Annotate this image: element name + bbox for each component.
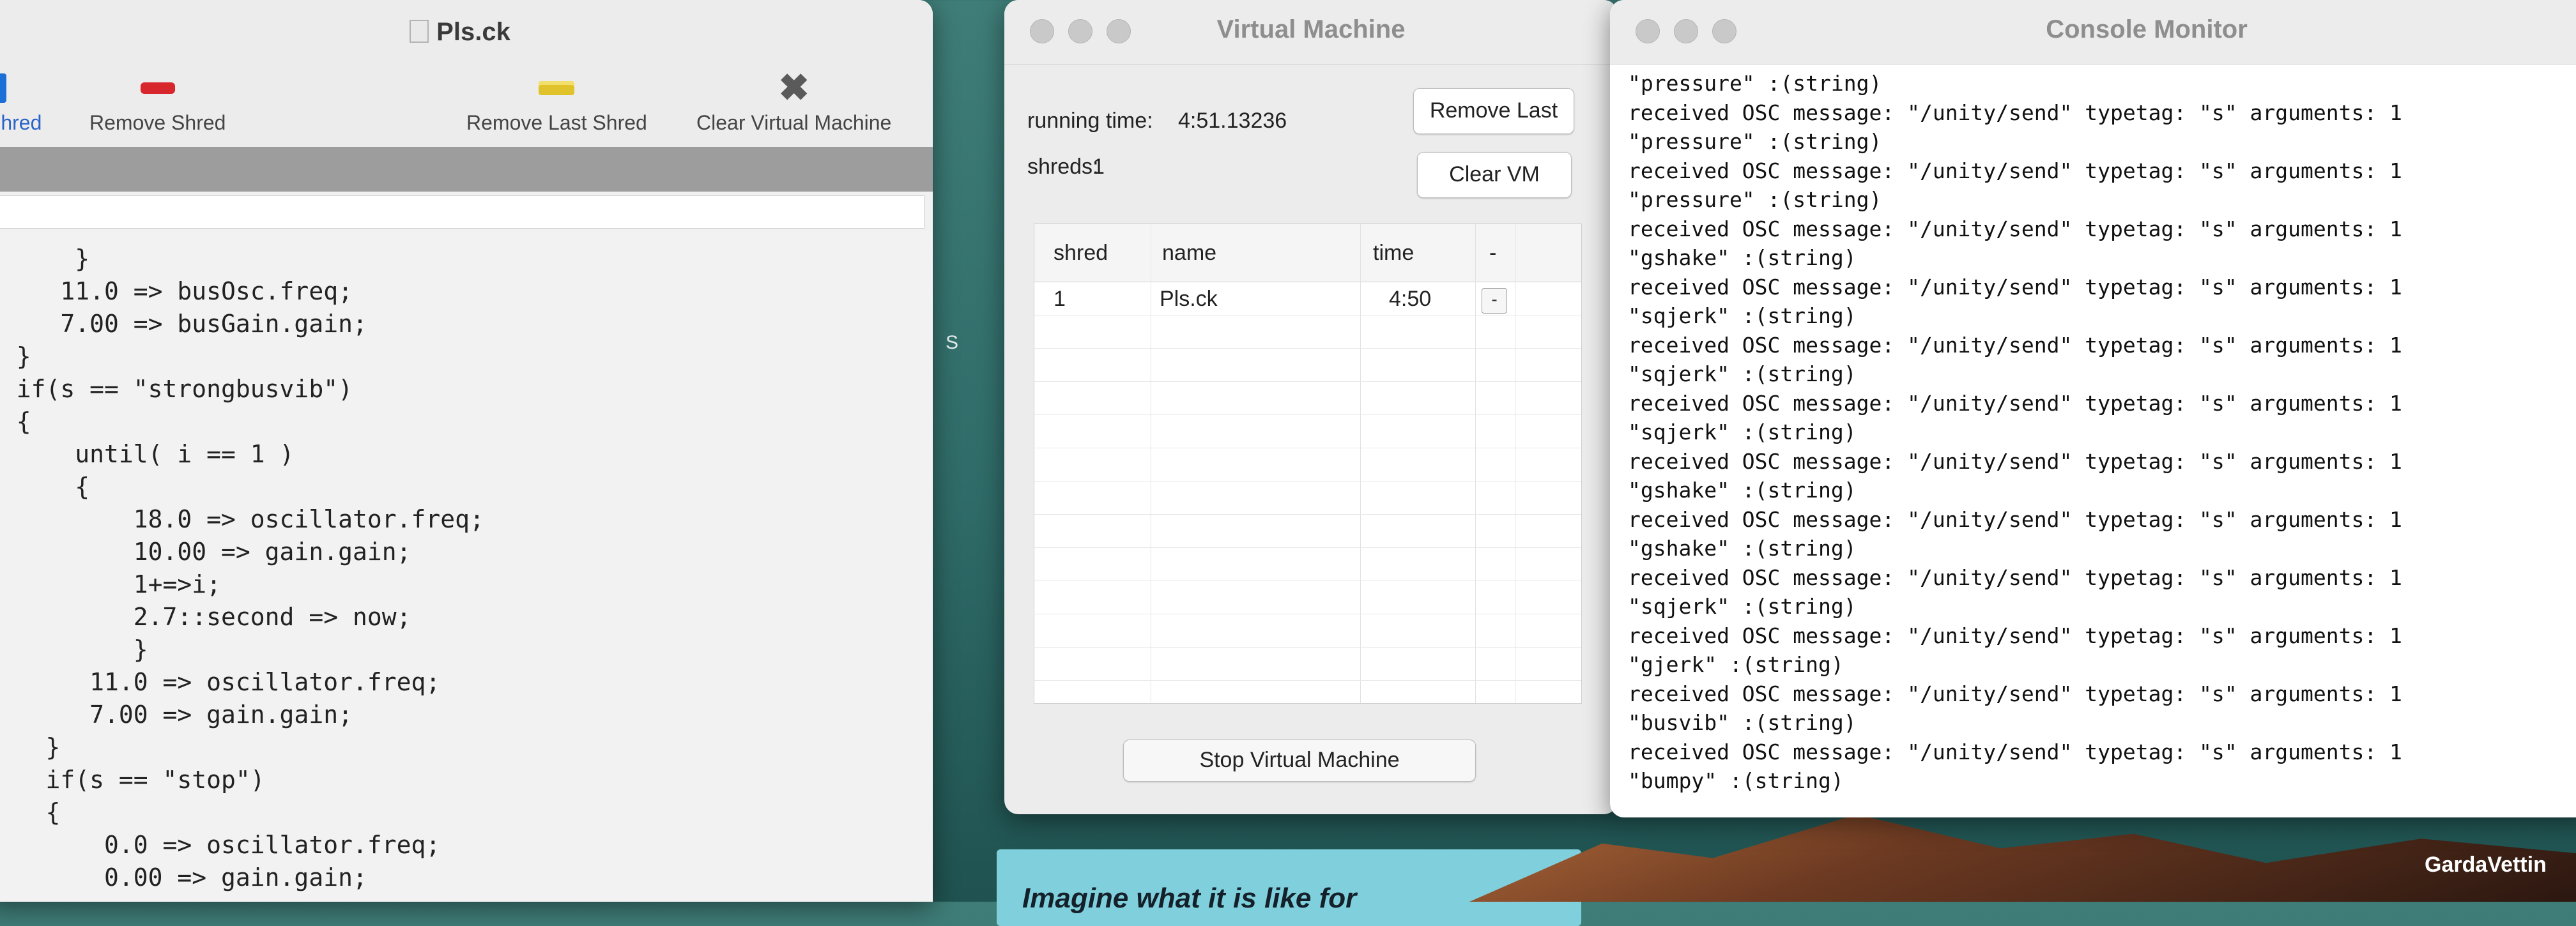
minimize-button[interactable] [1674,19,1698,43]
code-line[interactable]: } [0,634,933,666]
virtual-machine-window: Virtual Machine running time: 4:51.13236… [1004,0,1618,814]
code-line[interactable]: { [0,796,933,829]
console-line: "sqjerk" :(string) [1628,420,1857,444]
add-shred-icon [0,73,6,103]
desktop-card: Imagine what it is like for [997,849,1581,926]
argument-input[interactable] [0,195,924,229]
add-shred-button[interactable]: Shred [0,70,42,135]
editor-titlebar[interactable]: Pls.ck [0,0,933,57]
console-line: "gjerk" :(string) [1628,652,1844,677]
vm-title: Virtual Machine [1216,15,1406,43]
column-header-remove[interactable]: - [1489,241,1496,266]
code-line[interactable]: 2.7::second => now; [0,601,933,634]
desktop-edge-glyph: S [946,332,959,353]
code-editor[interactable]: } 11.0 => busOsc.freq; 7.00 => busGain.g… [0,231,933,902]
console-line: "pressure" :(string) [1628,129,1882,154]
editor-argument-bar [0,192,933,232]
remove-last-button[interactable]: Remove Last [1413,88,1574,134]
vm-titlebar[interactable]: Virtual Machine [1004,0,1618,65]
console-monitor-window: Console Monitor "pressure" :(string) rece… [1610,0,2576,817]
console-line: received OSC message: "/unity/send" type… [1628,506,2402,532]
editor-toolbar: Shred Remove Shred Remove Last Shred ✖ C… [0,57,933,148]
close-button[interactable] [1636,19,1660,43]
console-title: Console Monitor [2046,15,2248,43]
console-line: received OSC message: "/unity/send" type… [1628,448,2402,474]
console-line: received OSC message: "/unity/send" type… [1628,390,2402,416]
code-line[interactable]: 11.0 => busOsc.freq; [0,275,933,308]
document-icon [410,20,429,43]
code-line[interactable]: 1+=>i; [0,568,933,601]
console-line: "bumpy" :(string) [1628,768,1844,793]
console-text[interactable]: "pressure" :(string) received OSC message… [1628,64,2576,796]
console-line: received OSC message: "/unity/send" type… [1628,332,2402,358]
editor-title: Pls.ck [0,18,933,47]
console-line: "sqjerk" :(string) [1628,303,1857,328]
stop-vm-button[interactable]: Stop Virtual Machine [1123,740,1476,782]
console-line: "gshake" :(string) [1628,536,1857,561]
editor-window: Pls.ck Shred Remove Shred Remove Last Sh… [0,0,933,902]
console-line: received OSC message: "/unity/send" type… [1628,681,2402,706]
code-line[interactable]: 18.0 => oscillator.freq; [0,503,933,536]
console-line: received OSC message: "/unity/send" type… [1628,216,2402,241]
console-line: "gshake" :(string) [1628,245,1857,270]
code-line[interactable]: { [0,406,933,438]
shred-table-header: shred name time - [1034,224,1581,282]
console-line: received OSC message: "/unity/send" type… [1628,739,2402,764]
desktop-label[interactable]: GardaVettin [2425,853,2547,877]
console-line: "busvib" :(string) [1628,710,1857,735]
console-line: "sqjerk" :(string) [1628,361,1857,386]
code-line[interactable]: if(s == "strongbusvib") [0,373,933,406]
console-line: received OSC message: "/unity/send" type… [1628,565,2402,590]
code-line[interactable]: 0.0 => oscillator.freq; [0,829,933,861]
code-line[interactable]: } [0,731,933,764]
console-line: received OSC message: "/unity/send" type… [1628,100,2402,125]
running-time-label: running time: [1027,109,1153,133]
row-shred-id: 1 [1054,287,1066,311]
row-shred-name: Pls.ck [1160,287,1218,311]
shreds-label: shreds: [1027,155,1099,179]
console-line: "pressure" :(string) [1628,187,1882,212]
console-line: "sqjerk" :(string) [1628,594,1857,619]
desktop-card-text: Imagine what it is like for [1022,883,1357,914]
remove-last-shred-icon [539,81,575,95]
code-line[interactable]: } [0,340,933,373]
code-line[interactable]: 0.00 => gain.gain; [0,861,933,894]
console-line: received OSC message: "/unity/send" type… [1628,623,2402,648]
console-line: "gshake" :(string) [1628,478,1857,503]
console-output[interactable]: "pressure" :(string) received OSC message… [1628,64,2576,817]
remove-shred-button[interactable]: Remove Shred [89,70,226,135]
column-header-shred[interactable]: shred [1054,241,1108,266]
code-line[interactable]: { [0,471,933,503]
clear-vm-panel-button[interactable]: Clear VM [1417,152,1572,198]
console-line: received OSC message: "/unity/send" type… [1628,274,2402,300]
wallpaper-mountain [1469,814,2576,902]
row-shred-time: 4:50 [1389,287,1432,311]
running-time-value: 4:51.13236 [1178,109,1287,133]
shred-table: shred name time - 1 Pls.ck 4:50 - [1034,224,1582,704]
code-line[interactable]: 7.00 => busGain.gain; [0,308,933,340]
code-line[interactable]: 11.0 => oscillator.freq; [0,666,933,699]
column-header-name[interactable]: name [1162,241,1216,266]
console-titlebar[interactable]: Console Monitor [1610,0,2576,65]
console-line: "pressure" :(string) [1628,71,1882,96]
code-line[interactable]: } [0,243,933,275]
editor-status-bar [0,147,933,192]
code-line[interactable]: until( i == 1 ) [0,438,933,471]
code-line[interactable]: if(s == "stop") [0,764,933,796]
clear-vm-icon: ✖ [778,67,809,109]
code-text[interactable]: } 11.0 => busOsc.freq; 7.00 => busGain.g… [0,231,933,894]
code-line[interactable]: 10.00 => gain.gain; [0,536,933,568]
code-line[interactable]: 7.00 => gain.gain; [0,699,933,731]
remove-shred-icon [140,82,175,94]
console-line: received OSC message: "/unity/send" type… [1628,158,2402,183]
shreds-count: 1 [1092,155,1105,179]
remove-shred-row-button[interactable]: - [1482,288,1507,314]
remove-last-shred-button[interactable]: Remove Last Shred [466,70,647,135]
clear-vm-button[interactable]: ✖ Clear Virtual Machine [696,70,891,135]
column-header-time[interactable]: time [1373,241,1414,266]
